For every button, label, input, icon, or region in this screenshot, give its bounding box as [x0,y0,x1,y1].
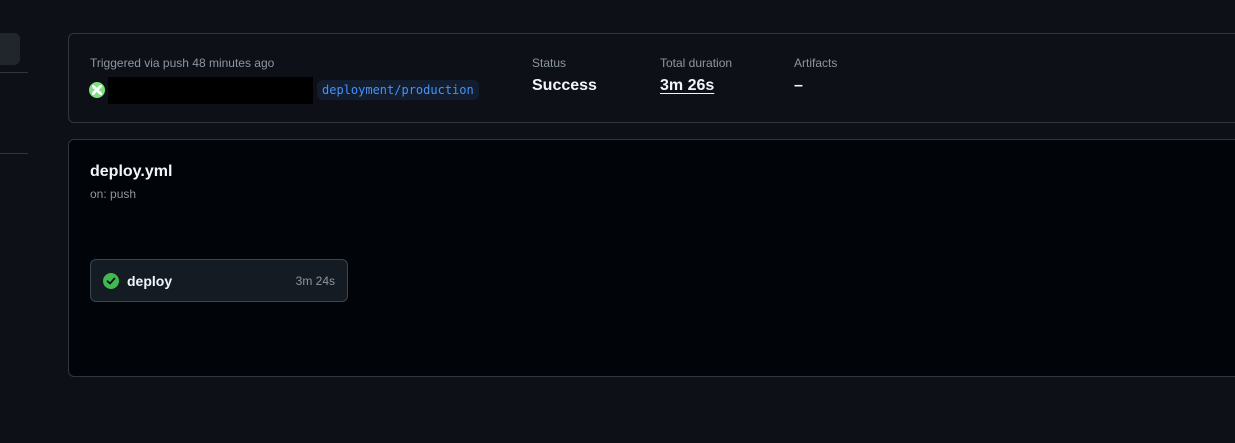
trigger-text: Triggered via push 48 minutes ago [90,56,275,70]
redacted-commit-info [108,76,313,104]
workflow-trigger: on: push [90,187,137,201]
avatar[interactable] [89,82,105,98]
duration-label: Total duration [660,56,733,70]
run-summary-card: Triggered via push 48 minutes ago deploy… [68,33,1235,123]
sidebar-divider [0,153,28,154]
artifacts-stat: Artifacts – [794,56,837,95]
trigger-row: deployment/production [89,76,479,104]
sidebar-selected-item[interactable] [0,33,20,65]
workflow-graph-card: deploy.yml on: push deploy 3m 24s [68,139,1235,377]
status-stat: Status Success [532,56,597,95]
sidebar-divider [0,72,28,73]
job-name: deploy [127,272,173,289]
workflow-run-page: Triggered via push 48 minutes ago deploy… [0,0,1235,443]
check-circle-icon [103,272,119,289]
artifacts-label: Artifacts [794,56,838,70]
job-duration: 3m 24s [295,273,335,288]
artifacts-value: – [794,77,803,94]
job-card-deploy[interactable]: deploy 3m 24s [90,259,348,302]
status-label: Status [532,56,567,70]
workflow-file-name: deploy.yml [90,163,173,180]
branch-tag[interactable]: deployment/production [317,80,479,100]
status-value: Success [532,77,597,94]
duration-stat: Total duration 3m 26s [660,56,732,95]
duration-link[interactable]: 3m 26s [660,77,732,95]
